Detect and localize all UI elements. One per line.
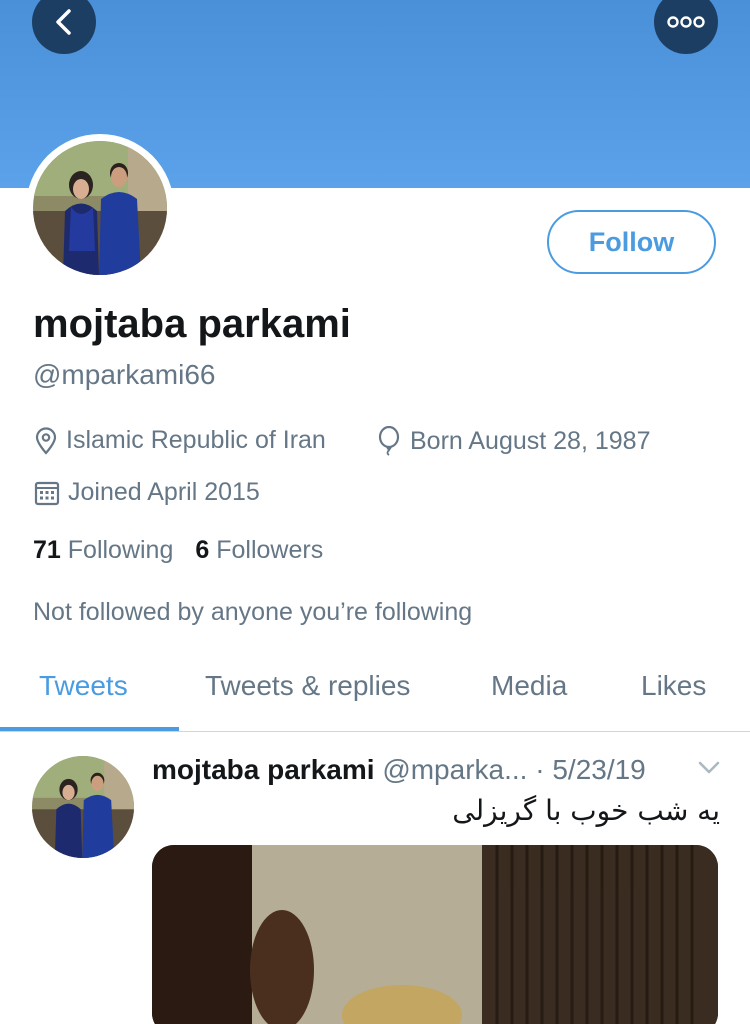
- followers-link[interactable]: 6 Followers: [195, 536, 323, 564]
- tweet-text: یه شب خوب با گریزلی: [452, 794, 720, 827]
- avatar-photo: [33, 141, 167, 275]
- location-row: Islamic Republic of Iran: [34, 426, 326, 455]
- profile-handle: @mparkami66: [33, 359, 216, 390]
- profile-avatar[interactable]: [26, 134, 174, 282]
- active-tab-indicator: [0, 727, 179, 731]
- following-count: 71: [33, 536, 61, 564]
- calendar-icon: [34, 481, 60, 505]
- tweet-avatar-photo: [32, 756, 134, 858]
- tab-media[interactable]: Media: [491, 670, 567, 702]
- following-link[interactable]: 71 Following: [33, 536, 173, 564]
- joined-text: Joined April 2015: [68, 478, 260, 506]
- followers-label: Followers: [216, 536, 324, 564]
- tweet-media[interactable]: [152, 845, 718, 1024]
- profile-display-name: mojtaba parkami: [33, 302, 351, 346]
- chevron-down-icon[interactable]: [697, 760, 721, 776]
- follow-counts: 71 Following 6 Followers: [33, 536, 323, 565]
- birthday-text: Born August 28, 1987: [410, 426, 651, 455]
- following-label: Following: [67, 536, 174, 564]
- tweet-author-handle[interactable]: @mparka...: [382, 754, 527, 785]
- tab-likes[interactable]: Likes: [641, 670, 706, 702]
- tweet-header: mojtaba parkami @mparka... · 5/23/19: [152, 754, 646, 786]
- tab-tweets-replies[interactable]: Tweets & replies: [205, 670, 410, 702]
- tweet-author-name[interactable]: mojtaba parkami: [152, 754, 375, 785]
- balloon-icon: [378, 426, 400, 456]
- not-followed-notice: Not followed by anyone you’re following: [33, 598, 473, 626]
- more-horizontal-icon: [667, 16, 705, 28]
- location-text: Islamic Republic of Iran: [66, 426, 326, 454]
- follow-button[interactable]: Follow: [547, 210, 716, 274]
- location-pin-icon: [35, 426, 57, 455]
- chevron-left-icon: [56, 9, 71, 35]
- joined-row: Joined April 2015: [34, 478, 260, 507]
- tab-tweets[interactable]: Tweets: [39, 670, 128, 702]
- birthday-row: Born August 28, 1987: [376, 426, 650, 456]
- tweet-avatar[interactable]: [32, 756, 134, 858]
- tweet-date[interactable]: · 5/23/19: [535, 754, 646, 785]
- profile-tabs: Tweets Tweets & replies Media Likes: [0, 648, 750, 732]
- followers-count: 6: [195, 536, 210, 564]
- media-thumbnail: [152, 845, 718, 1024]
